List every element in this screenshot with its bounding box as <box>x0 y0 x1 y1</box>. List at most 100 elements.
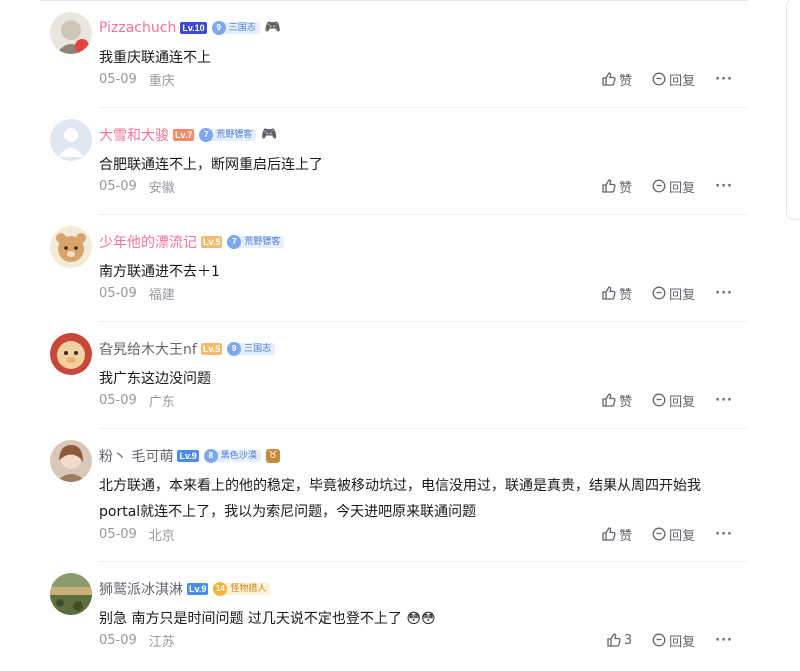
comment-item: 大雪和大骏 Lv.7 7 荒野镖客 🎮 合肥联通连不上，断网重启后连上了 05-0… <box>40 119 748 215</box>
reply-label: 回复 <box>669 180 696 196</box>
comment-text: 我重庆联通连不上 <box>99 50 211 66</box>
more-button[interactable]: ··· <box>715 393 733 408</box>
avatar[interactable] <box>50 12 92 54</box>
comment-date: 05-09 <box>99 285 137 301</box>
avatar[interactable] <box>50 333 92 375</box>
comment-text: 我广东这边没问题 <box>99 371 211 387</box>
more-button[interactable]: ··· <box>715 179 733 194</box>
comment-header: 大雪和大骏 Lv.7 7 荒野镖客 🎮 <box>99 125 278 145</box>
avatar[interactable] <box>50 119 92 161</box>
fan-badge[interactable]: 14 怪物猎人 <box>213 582 271 596</box>
like-button[interactable]: 3 <box>607 633 632 648</box>
reply-icon <box>652 393 666 407</box>
like-label: 赞 <box>619 528 633 544</box>
side-panel-edge <box>786 0 800 220</box>
fan-name: 荒野镖客 <box>237 236 285 248</box>
comment-actions: 赞 回复 ··· <box>582 69 733 89</box>
username[interactable]: 狮鹫派冰淇淋 <box>99 579 183 599</box>
username[interactable]: 少年他的漂流记 <box>99 232 197 252</box>
like-button[interactable]: 赞 <box>602 284 632 303</box>
reply-icon <box>652 527 666 541</box>
reply-button[interactable]: 回复 <box>652 284 695 303</box>
username[interactable]: Pizzachuch <box>99 20 176 36</box>
reply-button[interactable]: 回复 <box>652 391 695 410</box>
fan-name: 荒野镖客 <box>209 129 257 141</box>
comment-actions: 赞 回复 ··· <box>582 176 733 196</box>
fan-badge[interactable]: 7 荒野镖客 <box>227 235 285 249</box>
comment-item: 狮鹫派冰淇淋 Lv.9 14 怪物猎人 别急 南方只是时间问题 过几天说不定也登不… <box>40 573 748 671</box>
comment-meta: 05-09 江苏 <box>99 630 175 650</box>
fan-badge[interactable]: 9 三国志 <box>227 342 276 356</box>
comment-text: 合肥联通连不上，断网重启后连上了 <box>99 157 323 173</box>
reply-button[interactable]: 回复 <box>652 525 695 544</box>
fan-name: 三国志 <box>221 22 260 34</box>
username[interactable]: 大雪和大骏 <box>99 125 169 145</box>
like-count: 3 <box>623 632 633 648</box>
comment-meta: 05-09 北京 <box>99 524 175 544</box>
divider <box>99 107 748 108</box>
thumbs-up-icon <box>602 179 616 193</box>
reply-button[interactable]: 回复 <box>652 177 695 196</box>
comment-header: 少年他的漂流记 Lv.5 7 荒野镖客 <box>99 232 285 252</box>
like-button[interactable]: 赞 <box>602 391 632 410</box>
comment-item: 粉丶 毛可萌 Lv.9 8 黑色沙漠 ♉ 北方联通，本来看上的他的稳定，毕竟被移动… <box>40 440 748 562</box>
more-button[interactable]: ··· <box>715 633 733 648</box>
divider <box>99 321 748 322</box>
comment-item: 少年他的漂流记 Lv.5 7 荒野镖客 南方联通进不去＋1 05-09 福建 赞 … <box>40 226 748 322</box>
comment-date: 05-09 <box>99 632 137 648</box>
comment-location: 北京 <box>148 528 175 544</box>
like-button[interactable]: 赞 <box>602 525 632 544</box>
like-label: 赞 <box>619 180 633 196</box>
comment-header: 狮鹫派冰淇淋 Lv.9 14 怪物猎人 <box>99 579 271 599</box>
avatar[interactable] <box>50 440 92 482</box>
like-label: 赞 <box>619 394 633 410</box>
level-badge: Lv.5 <box>200 343 223 355</box>
game-icon: 🎮 <box>264 20 281 35</box>
comment-actions: 赞 回复 ··· <box>582 390 733 410</box>
like-button[interactable]: 赞 <box>602 70 632 89</box>
fan-badge[interactable]: 9 三国志 <box>211 21 260 35</box>
avatar[interactable] <box>50 226 92 268</box>
divider <box>99 428 748 429</box>
username[interactable]: 旮旯给木大王nf <box>99 339 197 359</box>
fan-badge[interactable]: 7 荒野镖客 <box>199 128 257 142</box>
avatar[interactable] <box>50 573 92 615</box>
level-badge: Lv.10 <box>180 22 207 34</box>
comment-header: Pizzachuch Lv.10 9 三国志 🎮 <box>99 18 281 38</box>
reply-icon <box>652 633 666 647</box>
comment-location: 福建 <box>148 287 175 303</box>
game-icon: 🎮 <box>261 127 278 142</box>
fan-badge[interactable]: 8 黑色沙漠 <box>203 449 261 463</box>
more-button[interactable]: ··· <box>715 286 733 301</box>
comment-location: 广东 <box>148 394 175 410</box>
comment-header: 粉丶 毛可萌 Lv.9 8 黑色沙漠 ♉ <box>99 446 280 466</box>
comment-item: 旮旯给木大王nf Lv.5 9 三国志 我广东这边没问题 05-09 广东 赞 回… <box>40 333 748 429</box>
like-button[interactable]: 赞 <box>602 177 632 196</box>
comment-actions: 赞 回复 ··· <box>582 524 733 544</box>
reply-button[interactable]: 回复 <box>652 70 695 89</box>
comment-meta: 05-09 福建 <box>99 283 175 303</box>
reply-icon <box>652 179 666 193</box>
comment-date: 05-09 <box>99 71 137 87</box>
badge-icon: ♉ <box>265 449 280 463</box>
more-button[interactable]: ··· <box>715 72 733 87</box>
reply-button[interactable]: 回复 <box>652 631 695 650</box>
reply-label: 回复 <box>669 634 696 650</box>
thumbs-up-icon <box>602 393 616 407</box>
reply-icon <box>652 72 666 86</box>
reply-label: 回复 <box>669 528 696 544</box>
comment-meta: 05-09 安徽 <box>99 176 175 196</box>
reply-icon <box>652 286 666 300</box>
comment-date: 05-09 <box>99 178 137 194</box>
comment-location: 重庆 <box>148 73 175 89</box>
comment-text: 北方联通，本来看上的他的稳定，毕竟被移动坑过，电信没用过，联通是真贵，结果从周四… <box>99 478 701 520</box>
level-badge: Lv.9 <box>177 450 199 462</box>
comment-text: 南方联通进不去＋1 <box>99 264 220 280</box>
comment-meta: 05-09 广东 <box>99 390 175 410</box>
comment-date: 05-09 <box>99 526 137 542</box>
thumbs-up-icon <box>602 527 616 541</box>
comment-actions: 3 回复 ··· <box>587 630 733 650</box>
username[interactable]: 粉丶 毛可萌 <box>99 446 173 466</box>
like-label: 赞 <box>619 73 633 89</box>
more-button[interactable]: ··· <box>715 527 733 542</box>
